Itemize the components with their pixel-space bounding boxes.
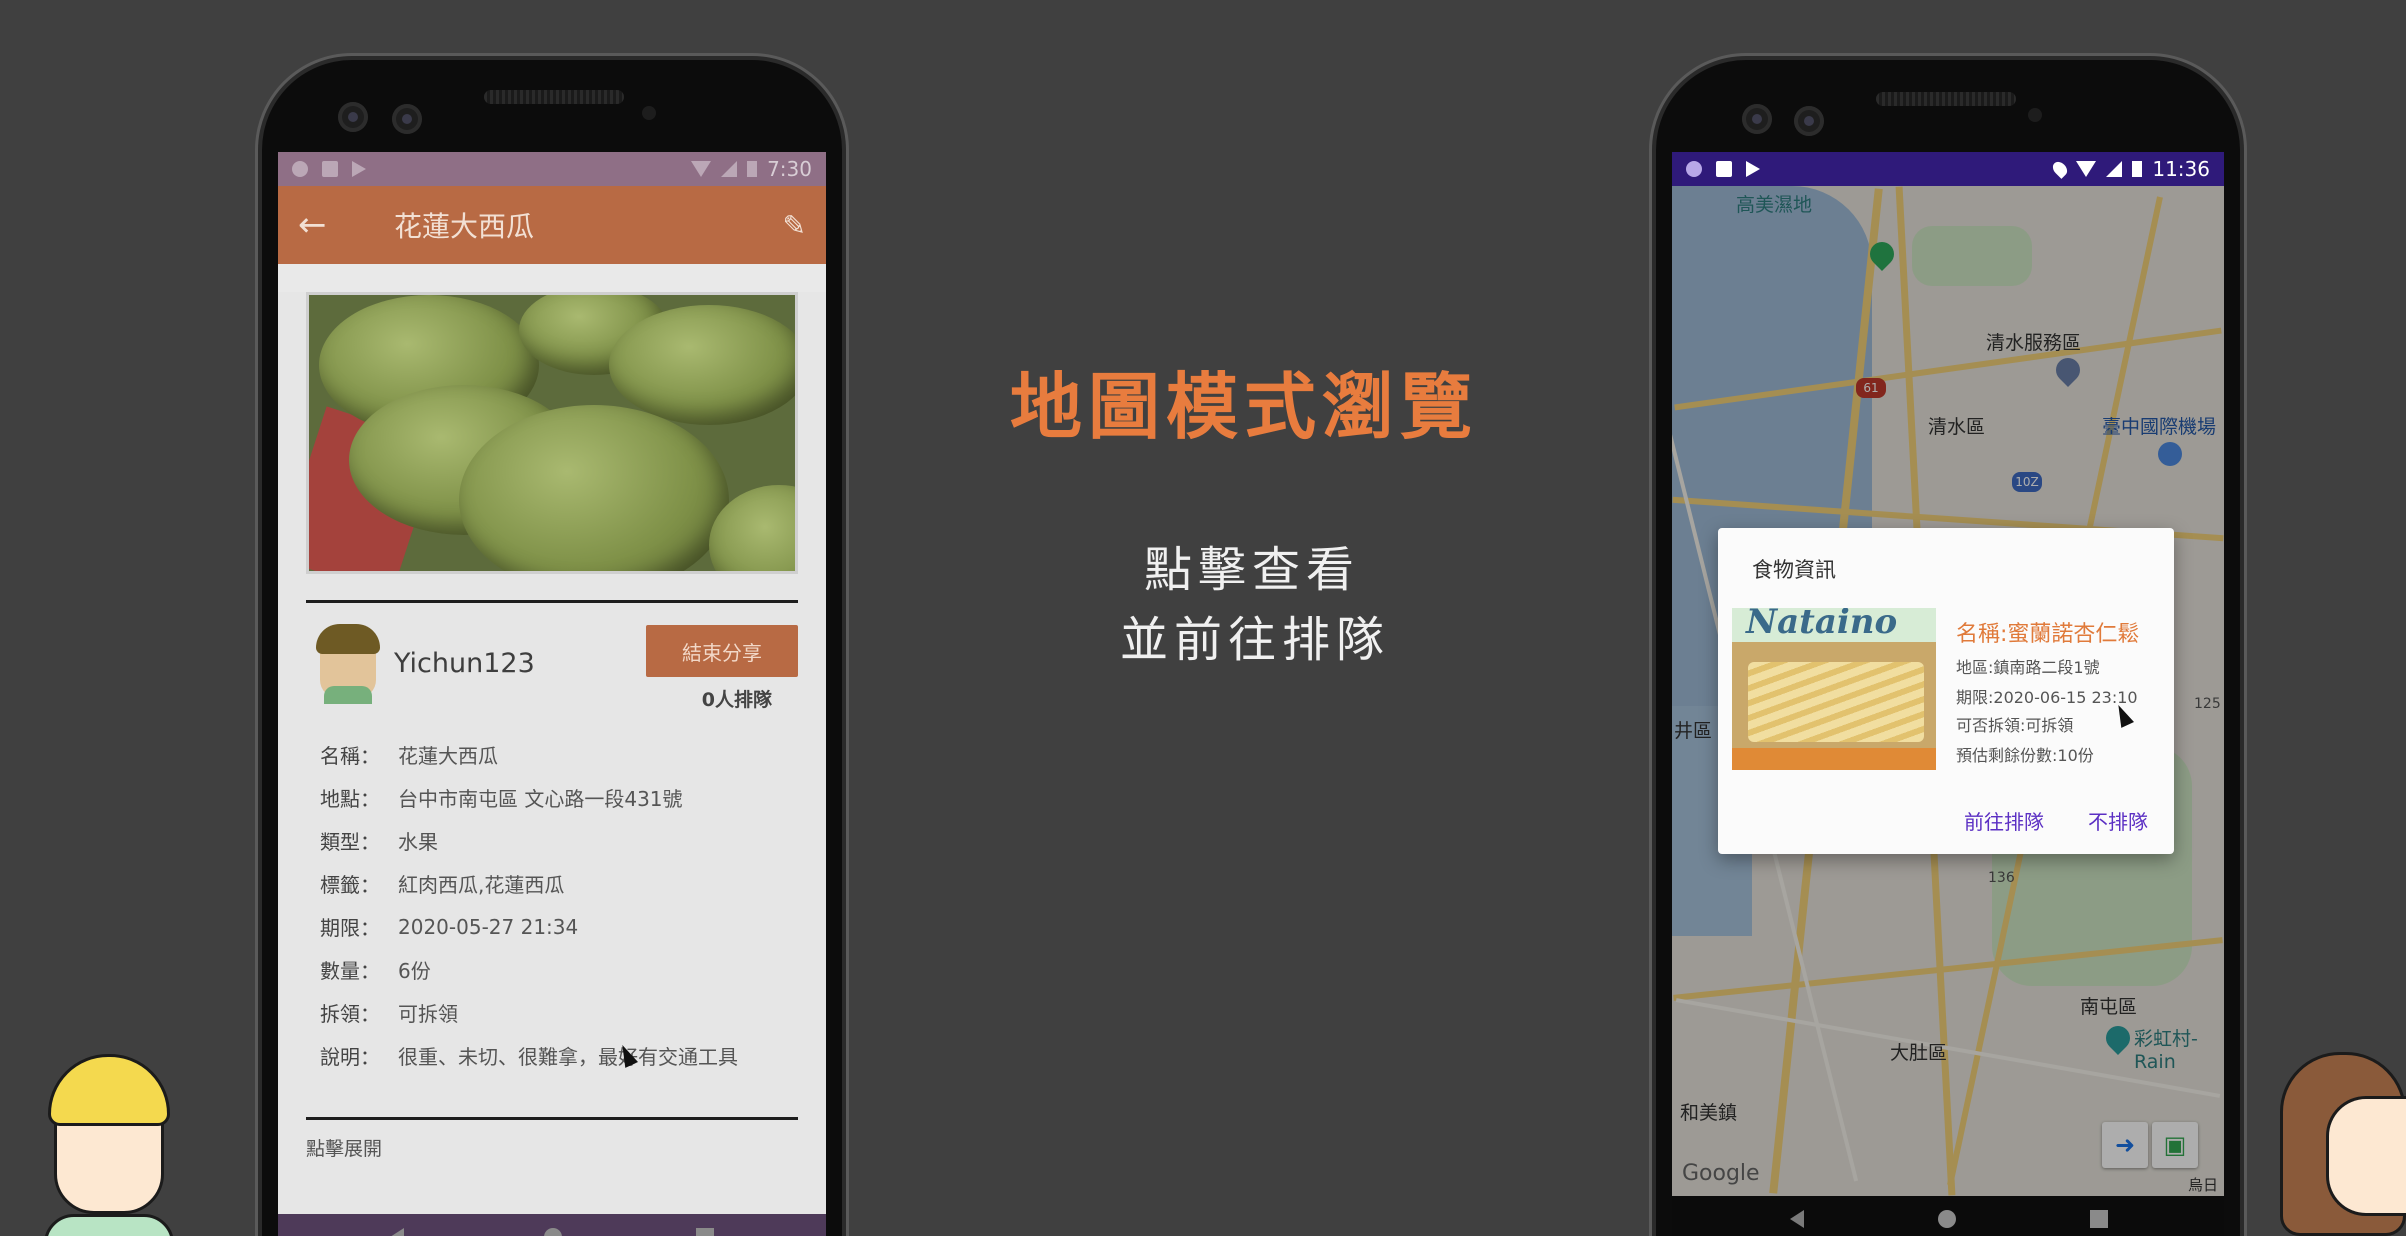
signal-icon xyxy=(721,161,738,177)
food-remaining: 預估剩餘份數:10份 xyxy=(1956,746,2094,765)
nav-recents-icon[interactable] xyxy=(2090,1210,2108,1228)
front-sensor-icon xyxy=(1794,106,1824,136)
detail-row-description: 說明： 很重、未切、很難拿，最好有交通工具 xyxy=(306,1034,798,1077)
girl-face xyxy=(2326,1096,2406,1216)
food-location: 地區:鎮南路二段1號 xyxy=(1956,658,2100,677)
detail-label: 數量： xyxy=(320,959,380,983)
pencil-icon[interactable]: ✎ xyxy=(783,209,806,242)
avatar xyxy=(316,624,380,704)
headline: 地圖模式瀏覽 xyxy=(1010,365,1479,449)
queue-count: 0人排隊 xyxy=(701,689,772,711)
notification-dot-icon xyxy=(292,161,308,177)
melon-shape xyxy=(609,305,795,425)
detail-row-tags: 標籤： 紅肉西瓜,花蓮西瓜 xyxy=(306,862,798,905)
user-row: Yichun123 結束分享 0人排隊 xyxy=(306,624,798,711)
boy-shirt xyxy=(44,1214,174,1236)
detail-value: 花蓮大西瓜 xyxy=(398,744,498,768)
subtitle-line-1: 點擊查看 xyxy=(1144,542,1361,598)
food-split: 可否拆領:可拆領 xyxy=(1956,716,2074,735)
status-bar: 7:30 xyxy=(278,152,826,186)
detail-label: 標籤： xyxy=(320,873,380,897)
detail-row-deadline: 期限： 2020-05-27 21:34 xyxy=(306,905,798,948)
detail-label: 期限： xyxy=(320,916,380,940)
detail-value: 6份 xyxy=(398,959,431,983)
boy-hair xyxy=(48,1054,170,1126)
earpiece-speaker xyxy=(1876,92,2016,106)
detail-label: 說明： xyxy=(320,1045,380,1069)
detail-row-type: 類型： 水果 xyxy=(306,819,798,862)
package-brand: Nataino xyxy=(1746,608,1898,642)
detail-label: 名稱： xyxy=(320,744,380,768)
divider xyxy=(306,600,798,603)
go-queue-button[interactable]: 前往排隊 xyxy=(1964,806,2044,835)
earpiece-speaker xyxy=(484,90,624,104)
phone-top-bezel xyxy=(1656,60,2240,152)
battery-icon xyxy=(2132,161,2143,177)
status-time: 7:30 xyxy=(767,157,812,181)
page-title: 花蓮大西瓜 xyxy=(394,210,535,243)
expand-link[interactable]: 點擊展開 xyxy=(306,1134,798,1161)
wifi-icon xyxy=(2076,161,2097,177)
detail-value: 紅肉西瓜,花蓮西瓜 xyxy=(398,873,565,897)
status-bar: 11:36 xyxy=(1672,152,2224,186)
nav-back-icon[interactable] xyxy=(1790,1210,1804,1228)
proximity-sensor xyxy=(2028,108,2042,122)
detail-row-quantity: 數量： 6份 xyxy=(306,948,798,991)
detail-value: 2020-05-27 21:34 xyxy=(398,914,579,939)
divider xyxy=(306,1117,798,1120)
detail-label: 類型： xyxy=(320,830,380,854)
location-icon xyxy=(2050,159,2071,179)
nav-back-icon[interactable] xyxy=(390,1228,404,1236)
status-time: 11:36 xyxy=(2152,157,2210,181)
pastry-shape xyxy=(1748,662,1924,742)
no-queue-button[interactable]: 不排隊 xyxy=(2088,806,2148,835)
nav-home-icon[interactable] xyxy=(1938,1210,1956,1228)
detail-row-split: 拆領： 可拆領 xyxy=(306,991,798,1034)
end-share-button[interactable]: 結束分享 xyxy=(646,625,798,677)
phone-top-bezel xyxy=(262,60,842,152)
play-store-icon xyxy=(1746,161,1760,177)
proximity-sensor xyxy=(642,106,656,120)
battery-icon xyxy=(747,161,758,177)
food-detail-body: Yichun123 結束分享 0人排隊 名稱： 花蓮大西瓜 地點： 台中市南屯區… xyxy=(278,292,826,1236)
wifi-icon xyxy=(691,161,712,177)
nav-bar xyxy=(278,1214,826,1236)
watermelon-photo xyxy=(306,292,798,574)
front-sensor-icon xyxy=(392,104,422,134)
front-camera-icon xyxy=(1742,104,1772,134)
detail-list: 名稱： 花蓮大西瓜 地點： 台中市南屯區 文心路一段431號 類型： 水果 標籤… xyxy=(306,733,798,1077)
nav-bar xyxy=(1672,1196,2224,1236)
food-deadline: 期限:2020-06-15 23:10 xyxy=(1956,688,2138,707)
signal-icon xyxy=(2106,161,2123,177)
detail-value: 台中市南屯區 文心路一段431號 xyxy=(398,787,683,811)
package-base xyxy=(1732,748,1936,770)
left-phone-frame: 7:30 ← 花蓮大西瓜 ✎ Yichun123 結束分享 0人排隊 名稱： 花… xyxy=(262,60,842,1236)
subtitle-line-2: 並前往排隊 xyxy=(1120,612,1391,668)
food-photo: Nataino xyxy=(1732,608,1936,770)
detail-value: 水果 xyxy=(398,830,438,854)
notification-dot-icon xyxy=(1686,161,1702,177)
sim-card-icon xyxy=(322,161,338,177)
play-store-icon xyxy=(352,161,366,177)
sim-card-icon xyxy=(1716,161,1732,177)
username: Yichun123 xyxy=(394,647,535,679)
dialog-title: 食物資訊 xyxy=(1752,558,1836,582)
nav-recents-icon[interactable] xyxy=(696,1228,714,1236)
food-info-dialog: 食物資訊 Nataino 名稱:蜜蘭諾杏仁鬆 地區:鎮南路二段1號 期限:202… xyxy=(1718,528,2174,854)
nav-home-icon[interactable] xyxy=(544,1228,562,1236)
cartoon-girl-illustration xyxy=(2280,1052,2406,1236)
detail-value: 很重、未切、很難拿，最好有交通工具 xyxy=(398,1045,738,1069)
front-camera-icon xyxy=(338,102,368,132)
detail-label: 地點： xyxy=(320,787,380,811)
detail-value: 可拆領 xyxy=(398,1002,458,1026)
arrow-back-icon[interactable]: ← xyxy=(298,205,354,245)
detail-label: 拆領： xyxy=(320,1002,380,1026)
left-screen: 7:30 ← 花蓮大西瓜 ✎ Yichun123 結束分享 0人排隊 名稱： 花… xyxy=(278,152,826,1236)
detail-row-name: 名稱： 花蓮大西瓜 xyxy=(306,733,798,776)
cartoon-boy-illustration xyxy=(44,1054,174,1236)
app-bar: ← 花蓮大西瓜 ✎ xyxy=(278,186,826,264)
detail-row-location: 地點： 台中市南屯區 文心路一段431號 xyxy=(306,776,798,819)
food-name: 名稱:蜜蘭諾杏仁鬆 xyxy=(1956,622,2140,647)
